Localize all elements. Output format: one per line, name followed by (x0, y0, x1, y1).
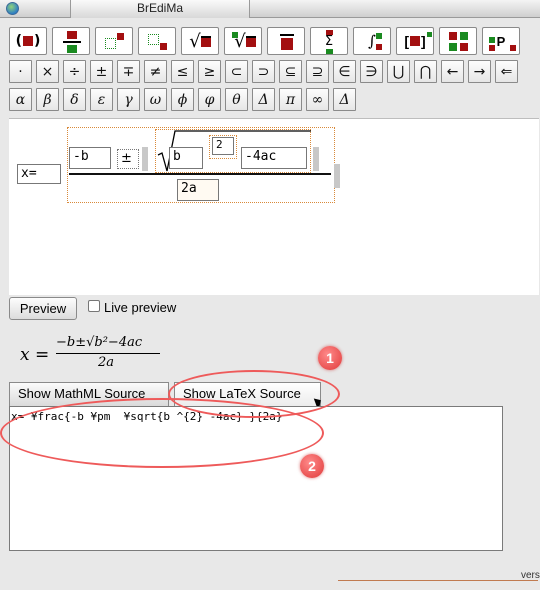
greek-symbol-button-7[interactable]: φ (198, 88, 221, 111)
greek-symbol-button-6[interactable]: ϕ (171, 88, 194, 111)
sqrt-button[interactable]: √ (181, 27, 219, 55)
bracket-button[interactable]: [ ] (396, 27, 434, 55)
greek-symbol-button-10[interactable]: π (279, 88, 302, 111)
parentheses-button[interactable]: ( ) (9, 27, 47, 55)
operator-symbol-button-18[interactable]: ⇐ (495, 60, 518, 83)
equation-editor[interactable]: x= -b ± b 2 -4ac 2a (9, 118, 539, 295)
greek-symbol-button-9[interactable]: Δ (252, 88, 275, 111)
window-title: BrEdiMa (70, 0, 250, 18)
prescript-button[interactable]: P (482, 27, 520, 55)
nth-root-button[interactable]: √ (224, 27, 262, 55)
operator-symbol-button-0[interactable]: · (9, 60, 32, 83)
operator-symbol-button-14[interactable]: ⋃ (387, 60, 410, 83)
globe-icon (6, 2, 19, 15)
operator-symbol-button-9[interactable]: ⊃ (252, 60, 275, 83)
operator-symbol-button-13[interactable]: ∋ (360, 60, 383, 83)
operator-symbol-button-15[interactable]: ⋂ (414, 60, 437, 83)
radicand-rest-box[interactable]: -4ac (241, 147, 307, 169)
live-preview-checkbox[interactable] (88, 300, 100, 312)
rendered-lhs: x = (20, 345, 50, 365)
annotation-badge-2: 2 (300, 454, 324, 478)
toolbar-area: ( ) √ √ Σ ∫ [] P · × ÷ ± ∓ ≠ ≤ ≥ ⊂ ⊃ ⊆ … (0, 18, 540, 115)
greek-symbol-button-12[interactable]: Δ (333, 88, 356, 111)
exponent-box[interactable]: 2 (212, 137, 234, 155)
rendered-numerator: −b±√b²−4ac (56, 335, 143, 350)
greek-symbol-button-0[interactable]: α (9, 88, 32, 111)
operator-toolbar: · × ÷ ± ∓ ≠ ≤ ≥ ⊂ ⊃ ⊆ ⊇ ∈ ∋ ⋃ ⋂ ← → ⇐ (9, 60, 518, 83)
rendered-fraction-bar (56, 353, 160, 354)
greek-symbol-button-5[interactable]: ω (144, 88, 167, 111)
operator-symbol-button-1[interactable]: × (36, 60, 59, 83)
integral-button[interactable]: ∫ (353, 27, 391, 55)
sum-button[interactable]: Σ (310, 27, 348, 55)
greek-symbol-button-4[interactable]: γ (117, 88, 140, 111)
greek-toolbar: α β δ ε γ ω ϕ φ θ Δπ ∞ Δ (9, 88, 356, 111)
subscript-button[interactable] (138, 27, 176, 55)
radicand-b-box[interactable]: b (169, 147, 203, 169)
operator-symbol-button-5[interactable]: ≠ (144, 60, 167, 83)
operator-symbol-button-17[interactable]: → (468, 60, 491, 83)
greek-symbol-button-3[interactable]: ε (90, 88, 113, 111)
drag-handle[interactable] (142, 147, 148, 171)
footer-divider (338, 580, 538, 581)
overbar-button[interactable] (267, 27, 305, 55)
operator-symbol-button-4[interactable]: ∓ (117, 60, 140, 83)
title-bar: BrEdiMa (0, 0, 540, 18)
operator-symbol-button-8[interactable]: ⊂ (225, 60, 248, 83)
fraction-bar (69, 173, 331, 175)
scroll-gutter (503, 406, 540, 551)
operator-symbol-button-10[interactable]: ⊆ (279, 60, 302, 83)
matrix-button[interactable] (439, 27, 477, 55)
operator-symbol-button-2[interactable]: ÷ (63, 60, 86, 83)
template-toolbar: ( ) √ √ Σ ∫ [] P (9, 27, 520, 55)
operator-symbol-button-6[interactable]: ≤ (171, 60, 194, 83)
drag-handle[interactable] (334, 164, 340, 188)
operator-symbol-button-16[interactable]: ← (441, 60, 464, 83)
greek-symbol-button-8[interactable]: θ (225, 88, 248, 111)
operator-symbol-button-7[interactable]: ≥ (198, 60, 221, 83)
annotation-ellipse-2 (0, 398, 324, 468)
greek-symbol-button-2[interactable]: δ (63, 88, 86, 111)
version-label: vers (521, 570, 540, 581)
drag-handle[interactable] (313, 147, 319, 171)
preview-button[interactable]: Preview (9, 297, 77, 320)
rendered-denominator: 2a (98, 355, 115, 370)
greek-symbol-button-1[interactable]: β (36, 88, 59, 111)
operator-symbol-button-3[interactable]: ± (90, 60, 113, 83)
greek-symbol-button-11[interactable]: ∞ (306, 88, 329, 111)
operator-symbol-button-11[interactable]: ⊇ (306, 60, 329, 83)
lhs-box[interactable]: x= (17, 164, 61, 184)
fraction-button[interactable] (52, 27, 90, 55)
pm-operator[interactable]: ± (117, 149, 139, 169)
denominator-box[interactable]: 2a (177, 179, 219, 201)
live-preview-label: Live preview (104, 300, 177, 315)
annotation-badge-1: 1 (318, 346, 342, 370)
superscript-button[interactable] (95, 27, 133, 55)
operator-symbol-button-12[interactable]: ∈ (333, 60, 356, 83)
numerator-b-box[interactable]: -b (69, 147, 111, 169)
